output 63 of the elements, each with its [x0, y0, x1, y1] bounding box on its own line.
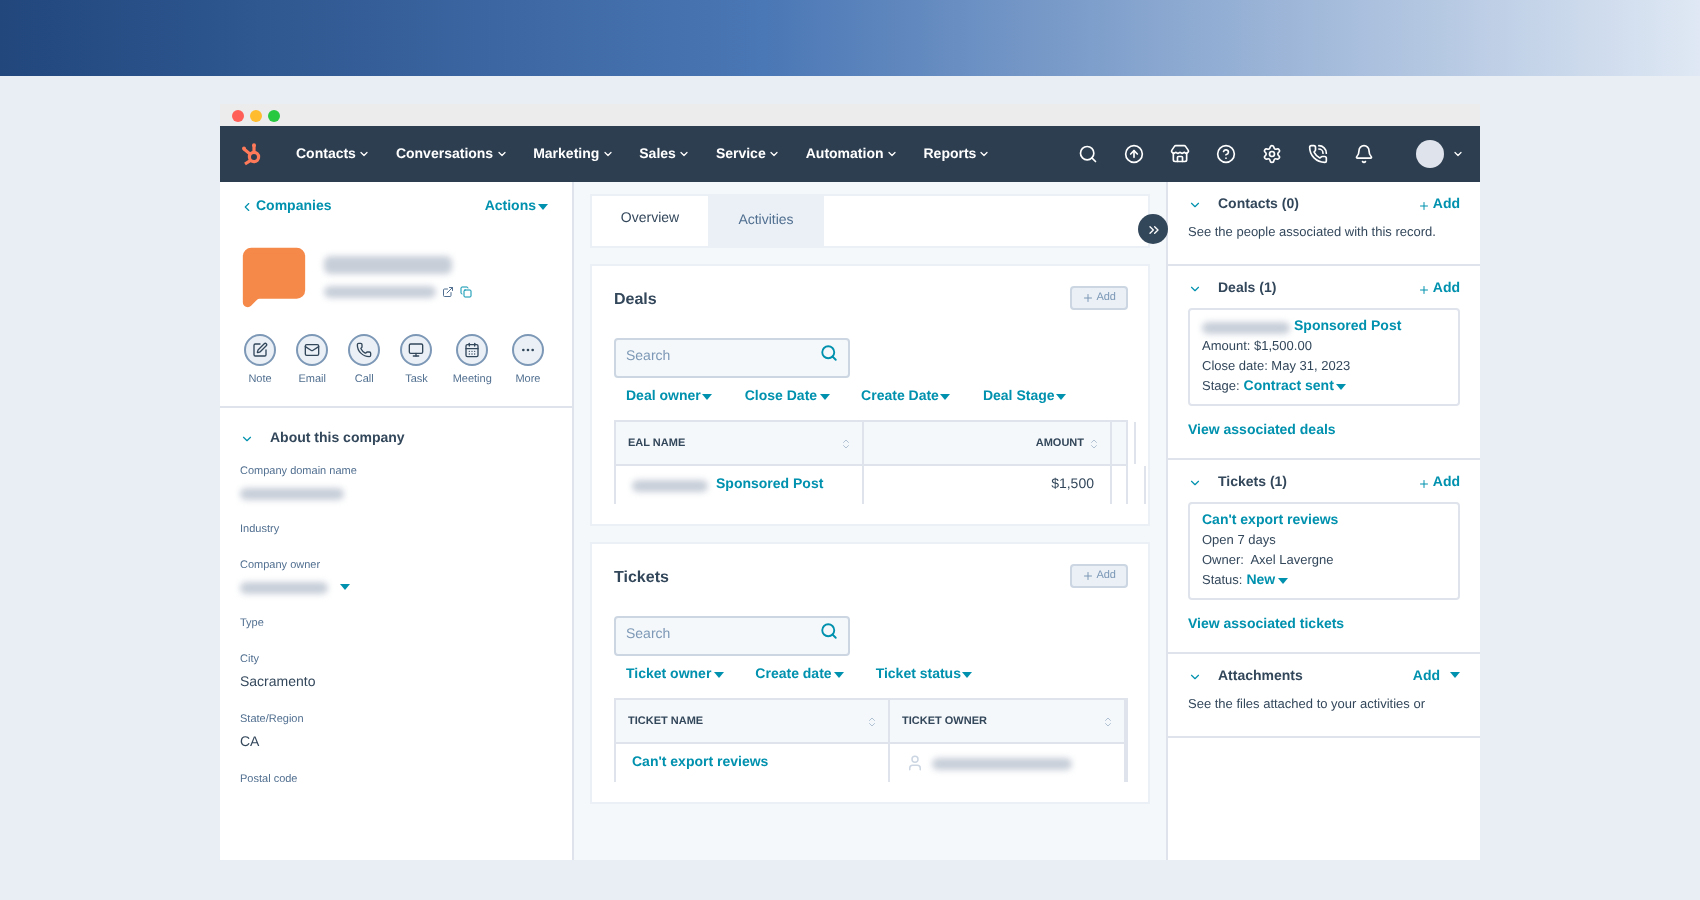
plus-icon	[1418, 477, 1431, 490]
settings-icon[interactable]	[1262, 144, 1282, 164]
caret-icon	[962, 671, 973, 679]
phone-icon[interactable]	[1308, 144, 1328, 164]
blurred-text	[324, 285, 436, 297]
caret-icon	[677, 148, 690, 160]
help-icon[interactable]	[1216, 144, 1236, 164]
plus-icon	[1418, 283, 1431, 296]
email-icon	[304, 342, 321, 358]
blurred-text	[932, 757, 1072, 769]
chevron-left-icon	[240, 200, 254, 214]
task-icon	[408, 342, 425, 358]
caret-icon	[940, 393, 951, 401]
caret-icon	[978, 148, 991, 160]
double-chevron-icon	[1145, 221, 1161, 237]
window-control-dot[interactable]	[232, 109, 244, 121]
note-icon	[252, 342, 268, 358]
caret-icon	[1056, 393, 1067, 401]
caret-icon	[340, 584, 350, 592]
plus-icon	[1082, 292, 1095, 304]
caret-icon	[702, 393, 713, 401]
blurred-text	[632, 479, 708, 491]
caret-icon	[713, 671, 724, 679]
avatar-icon	[906, 754, 924, 772]
search-icon	[820, 622, 838, 640]
search-icon	[820, 344, 838, 362]
caret-icon	[885, 148, 898, 160]
bell-icon[interactable]	[1354, 144, 1374, 164]
external-link-icon[interactable]	[442, 285, 454, 297]
chevron-icon	[240, 432, 254, 446]
window-control-dot[interactable]	[250, 109, 262, 121]
store-icon[interactable]	[1170, 144, 1190, 164]
caret-icon	[1335, 383, 1346, 392]
call-icon	[356, 342, 373, 358]
caret-icon	[1450, 672, 1460, 681]
caret-icon	[601, 148, 614, 160]
blurred-text	[240, 488, 344, 500]
arrow-up-circle-icon[interactable]	[1124, 144, 1144, 164]
caret-icon	[833, 671, 844, 679]
blurred-text	[324, 255, 452, 273]
window-control-dot[interactable]	[268, 109, 280, 121]
chevron-icon[interactable]	[1188, 282, 1202, 297]
caret-icon	[538, 203, 548, 211]
card-title: Tickets	[614, 567, 669, 585]
caret-icon	[1452, 148, 1464, 160]
caret-icon	[1277, 577, 1288, 586]
chevron-icon[interactable]	[1188, 198, 1202, 212]
copy-icon[interactable]	[460, 285, 472, 297]
caret-icon	[819, 393, 830, 401]
user-avatar[interactable]	[1416, 140, 1444, 168]
sprocket-logo-icon	[240, 142, 264, 166]
card-title: Deals	[614, 289, 657, 307]
calendar-icon	[464, 342, 481, 358]
chevron-icon[interactable]	[1188, 476, 1202, 491]
plus-icon	[1418, 199, 1431, 211]
blurred-text	[240, 582, 328, 594]
search-icon[interactable]	[1078, 144, 1098, 164]
caret-icon	[495, 148, 508, 160]
plus-icon	[1082, 570, 1095, 582]
speech-bubble-icon	[240, 242, 308, 310]
caret-icon	[767, 148, 780, 160]
caret-icon	[357, 148, 370, 160]
chevron-icon[interactable]	[1188, 670, 1202, 685]
